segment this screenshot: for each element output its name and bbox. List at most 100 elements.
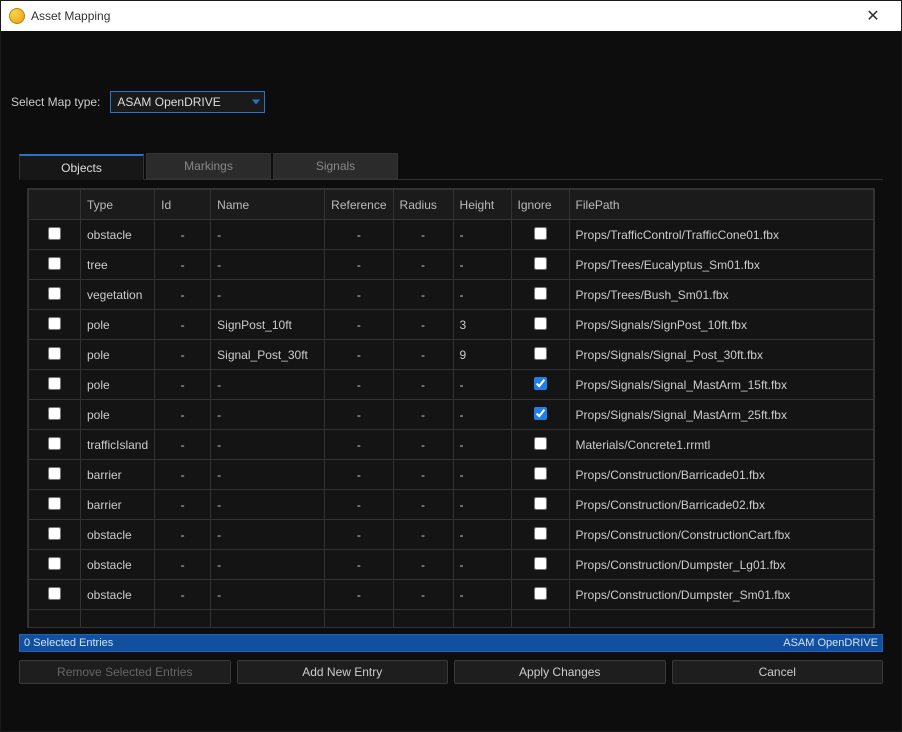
cell-name[interactable]: - bbox=[211, 220, 325, 250]
cell-height[interactable]: - bbox=[453, 430, 511, 460]
row-select-checkbox[interactable] bbox=[48, 587, 61, 600]
cell-id[interactable]: - bbox=[155, 370, 211, 400]
cell-radius[interactable]: - bbox=[393, 370, 453, 400]
cell-radius[interactable]: - bbox=[393, 220, 453, 250]
cell-radius[interactable]: - bbox=[393, 280, 453, 310]
cell-name[interactable]: - bbox=[211, 400, 325, 430]
ignore-checkbox[interactable] bbox=[534, 377, 547, 390]
cell-radius[interactable]: - bbox=[393, 460, 453, 490]
row-select-checkbox[interactable] bbox=[48, 407, 61, 420]
cell-radius[interactable]: - bbox=[393, 310, 453, 340]
cell-filepath[interactable]: Props/TrafficControl/TrafficCone01.fbx bbox=[569, 220, 873, 250]
cell-name[interactable]: Signal_Post_30ft bbox=[211, 340, 325, 370]
cell-type[interactable]: pole bbox=[81, 340, 155, 370]
cell-id[interactable]: - bbox=[155, 460, 211, 490]
cell-type[interactable]: pole bbox=[81, 310, 155, 340]
table-row[interactable]: pole-----Props/Signals/Signal_MastArm_15… bbox=[29, 370, 874, 400]
cell-type[interactable]: pole bbox=[81, 400, 155, 430]
cell-type[interactable]: barrier bbox=[81, 460, 155, 490]
cell-name[interactable]: - bbox=[211, 520, 325, 550]
cell-reference[interactable]: - bbox=[325, 490, 393, 520]
cell-filepath[interactable]: Props/Signals/SignPost_10ft.fbx bbox=[569, 310, 873, 340]
cell-height[interactable]: - bbox=[453, 400, 511, 430]
tab-markings[interactable]: Markings bbox=[146, 153, 271, 179]
cell-type[interactable]: obstacle bbox=[81, 220, 155, 250]
table-row[interactable]: pole-Signal_Post_30ft--9Props/Signals/Si… bbox=[29, 340, 874, 370]
col-radius[interactable]: Radius bbox=[393, 190, 453, 220]
cell-reference[interactable]: - bbox=[325, 220, 393, 250]
cell-filepath[interactable]: Props/Signals/Signal_Post_30ft.fbx bbox=[569, 340, 873, 370]
remove-selected-button[interactable]: Remove Selected Entries bbox=[19, 660, 231, 684]
row-select-checkbox[interactable] bbox=[48, 377, 61, 390]
cell-reference[interactable]: - bbox=[325, 400, 393, 430]
cell-filepath[interactable]: Props/Trees/Bush_Sm01.fbx bbox=[569, 280, 873, 310]
row-select-checkbox[interactable] bbox=[48, 497, 61, 510]
cell-filepath[interactable]: Props/Construction/Dumpster_Lg01.fbx bbox=[569, 550, 873, 580]
cell-height[interactable]: 9 bbox=[453, 340, 511, 370]
table-row[interactable]: trafficIsland-----Materials/Concrete1.rr… bbox=[29, 430, 874, 460]
table-scroll[interactable]: Type Id Name Reference Radius Height Ign… bbox=[28, 189, 874, 627]
apply-changes-button[interactable]: Apply Changes bbox=[454, 660, 666, 684]
ignore-checkbox[interactable] bbox=[534, 347, 547, 360]
cell-name[interactable]: - bbox=[211, 430, 325, 460]
cell-type[interactable]: obstacle bbox=[81, 520, 155, 550]
cell-id[interactable]: - bbox=[155, 310, 211, 340]
ignore-checkbox[interactable] bbox=[534, 467, 547, 480]
cell-id[interactable]: - bbox=[155, 550, 211, 580]
cell-id[interactable]: - bbox=[155, 220, 211, 250]
cell-id[interactable]: - bbox=[155, 430, 211, 460]
add-new-entry-button[interactable]: Add New Entry bbox=[237, 660, 449, 684]
cancel-button[interactable]: Cancel bbox=[672, 660, 884, 684]
ignore-checkbox[interactable] bbox=[534, 257, 547, 270]
tab-signals[interactable]: Signals bbox=[273, 153, 398, 179]
cell-type[interactable]: obstacle bbox=[81, 550, 155, 580]
cell-reference[interactable]: - bbox=[325, 520, 393, 550]
cell-height[interactable]: 3 bbox=[453, 310, 511, 340]
col-id[interactable]: Id bbox=[155, 190, 211, 220]
cell-type[interactable]: obstacle bbox=[81, 580, 155, 610]
cell-type[interactable]: barrier bbox=[81, 490, 155, 520]
col-type[interactable]: Type bbox=[81, 190, 155, 220]
table-row[interactable]: pole-----Props/Signals/Signal_MastArm_25… bbox=[29, 400, 874, 430]
cell-filepath[interactable]: Props/Trees/Eucalyptus_Sm01.fbx bbox=[569, 250, 873, 280]
cell-name[interactable]: - bbox=[211, 280, 325, 310]
ignore-checkbox[interactable] bbox=[534, 317, 547, 330]
cell-reference[interactable]: - bbox=[325, 340, 393, 370]
cell-id[interactable]: - bbox=[155, 280, 211, 310]
cell-reference[interactable]: - bbox=[325, 430, 393, 460]
cell-reference[interactable]: - bbox=[325, 250, 393, 280]
ignore-checkbox[interactable] bbox=[534, 557, 547, 570]
cell-id[interactable]: - bbox=[155, 250, 211, 280]
table-row[interactable]: obstacle-----Props/TrafficControl/Traffi… bbox=[29, 220, 874, 250]
table-row[interactable]: pole-SignPost_10ft--3Props/Signals/SignP… bbox=[29, 310, 874, 340]
cell-id[interactable]: - bbox=[155, 340, 211, 370]
cell-radius[interactable]: - bbox=[393, 340, 453, 370]
cell-height[interactable]: - bbox=[453, 490, 511, 520]
table-row[interactable]: obstacle-----Props/Construction/Construc… bbox=[29, 520, 874, 550]
cell-name[interactable]: - bbox=[211, 490, 325, 520]
cell-reference[interactable]: - bbox=[325, 550, 393, 580]
cell-filepath[interactable]: Props/Construction/Dumpster_Sm01.fbx bbox=[569, 580, 873, 610]
cell-type[interactable]: trafficIsland bbox=[81, 430, 155, 460]
cell-radius[interactable]: - bbox=[393, 400, 453, 430]
ignore-checkbox[interactable] bbox=[534, 497, 547, 510]
cell-reference[interactable]: - bbox=[325, 460, 393, 490]
col-filepath[interactable]: FilePath bbox=[569, 190, 873, 220]
map-type-dropdown[interactable]: ASAM OpenDRIVE bbox=[110, 91, 265, 113]
cell-radius[interactable]: - bbox=[393, 520, 453, 550]
ignore-checkbox[interactable] bbox=[534, 587, 547, 600]
cell-height[interactable]: - bbox=[453, 580, 511, 610]
cell-reference[interactable]: - bbox=[325, 310, 393, 340]
cell-filepath[interactable]: Props/Signals/Signal_MastArm_25ft.fbx bbox=[569, 400, 873, 430]
cell-reference[interactable]: - bbox=[325, 280, 393, 310]
col-reference[interactable]: Reference bbox=[325, 190, 393, 220]
cell-height[interactable]: - bbox=[453, 280, 511, 310]
close-button[interactable]: ✕ bbox=[853, 2, 893, 30]
col-height[interactable]: Height bbox=[453, 190, 511, 220]
row-select-checkbox[interactable] bbox=[48, 437, 61, 450]
cell-height[interactable]: - bbox=[453, 370, 511, 400]
cell-name[interactable]: SignPost_10ft bbox=[211, 310, 325, 340]
row-select-checkbox[interactable] bbox=[48, 317, 61, 330]
ignore-checkbox[interactable] bbox=[534, 437, 547, 450]
ignore-checkbox[interactable] bbox=[534, 407, 547, 420]
